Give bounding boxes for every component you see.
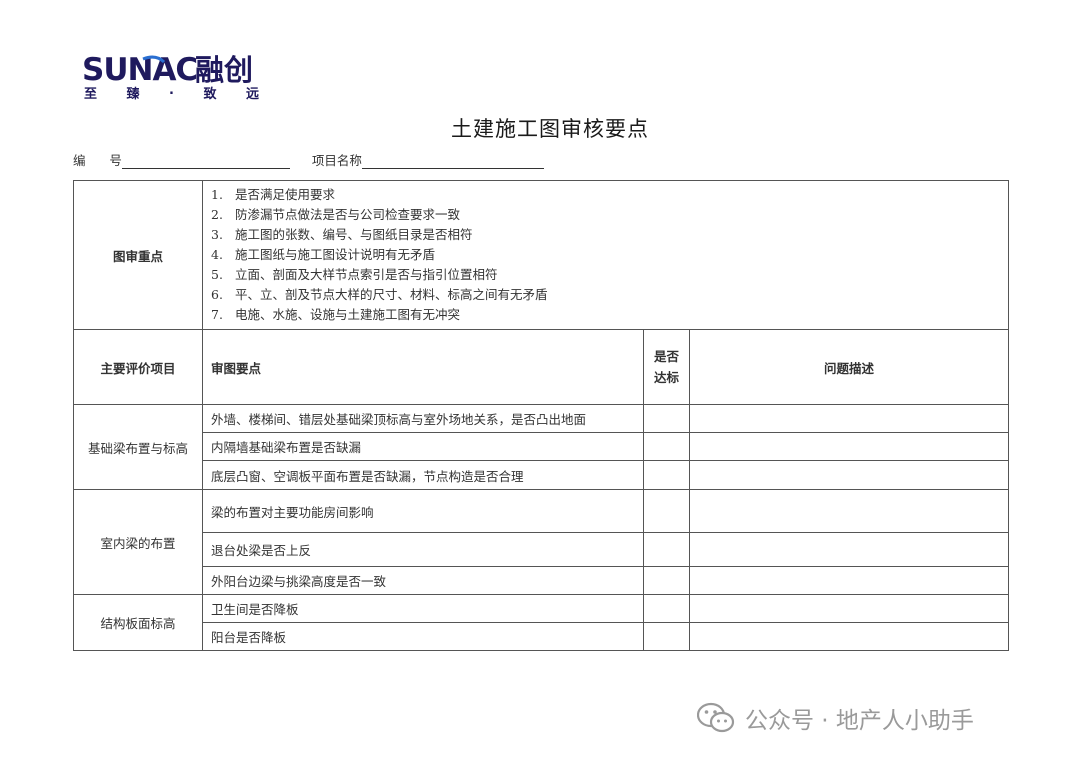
project-name-field[interactable] bbox=[361, 154, 544, 169]
number-field[interactable] bbox=[121, 154, 290, 169]
focus-item: 6. 平、立、剖及节点大样的尺寸、材料、标高之间有无矛盾 bbox=[211, 287, 548, 302]
logo-slogan: 至 臻 . 致 远 bbox=[84, 83, 260, 102]
review-point: 卫生间是否降板 bbox=[202, 594, 644, 623]
desc-cell[interactable] bbox=[688, 404, 1010, 433]
table-row: 退台处梁是否上反 bbox=[74, 532, 1010, 567]
header-points: 审图要点 bbox=[202, 329, 644, 405]
group-name: 基础梁布置与标高 bbox=[73, 404, 203, 490]
group-name: 室内梁的布置 bbox=[73, 489, 203, 595]
table-row: 室内梁的布置 梁的布置对主要功能房间影响 bbox=[73, 489, 1010, 595]
table-row: 外阳台边梁与挑梁高度是否一致 bbox=[74, 566, 1010, 595]
table-header-row: 主要评价项目 审图要点 是否 达标 问题描述 bbox=[73, 329, 1010, 405]
focus-list-cell: 1. 是否满足使用要求 2. 防渗漏节点做法是否与公司检查要求一致 3. 施工图的张数… bbox=[201, 180, 1010, 330]
wechat-watermark: 公众号 · 地产人小助手 bbox=[697, 700, 974, 736]
pass-cell[interactable] bbox=[643, 622, 690, 651]
review-point: 阳台是否降板 bbox=[202, 622, 644, 651]
review-table: 图审重点 1. 是否满足使用要求 2. 防渗漏节点做法是否与公司检查要求一致 3. 施… bbox=[73, 180, 1010, 651]
pass-cell[interactable] bbox=[643, 594, 690, 623]
logo-brand-cn: 融创 bbox=[195, 53, 253, 86]
focus-item: 1. 是否满足使用要求 bbox=[211, 187, 336, 202]
review-point: 梁的布置对主要功能房间影响 bbox=[202, 489, 644, 533]
pass-cell[interactable] bbox=[643, 489, 690, 533]
pass-cell[interactable] bbox=[643, 432, 690, 461]
table-row: 阳台是否降板 bbox=[74, 622, 1010, 651]
document-title: 土建施工图审核要点 bbox=[451, 117, 649, 141]
slogan-char: 至 bbox=[84, 87, 99, 102]
project-name-label: 项目名称 bbox=[311, 153, 362, 168]
header-fields: 编 号 项目名称 bbox=[73, 150, 544, 169]
number-label: 编 号 bbox=[73, 153, 122, 168]
header-desc: 问题描述 bbox=[688, 329, 1010, 405]
table-row: 内隔墙基础梁布置是否缺漏 bbox=[74, 432, 1010, 461]
desc-cell[interactable] bbox=[688, 622, 1010, 651]
focus-item: 5. 立面、剖面及大样节点索引是否与指引位置相符 bbox=[211, 267, 498, 282]
review-point: 退台处梁是否上反 bbox=[202, 532, 644, 567]
focus-label: 图审重点 bbox=[73, 180, 203, 330]
wechat-icon bbox=[697, 702, 735, 733]
desc-cell[interactable] bbox=[688, 532, 1010, 567]
focus-list: 1. 是否满足使用要求 2. 防渗漏节点做法是否与公司检查要求一致 3. 施工图的张数… bbox=[211, 182, 1000, 328]
slogan-char: 远 bbox=[245, 87, 260, 102]
desc-cell[interactable] bbox=[688, 489, 1010, 533]
review-point: 外墙、楼梯间、错层处基础梁顶标高与室外场地关系，是否凸出地面 bbox=[202, 404, 644, 433]
table-row: 结构板面标高 卫生间是否降板 bbox=[73, 594, 1010, 651]
group-name: 结构板面标高 bbox=[73, 594, 203, 651]
table-row: 基础梁布置与标高 外墙、楼梯间、错层处基础梁顶标高与室外场地关系，是否凸出地面 bbox=[73, 404, 1010, 490]
header-pass: 是否 达标 bbox=[643, 329, 690, 405]
focus-item: 7. 电施、水施、设施与土建施工图有无冲突 bbox=[211, 307, 461, 322]
desc-cell[interactable] bbox=[688, 460, 1010, 490]
pass-cell[interactable] bbox=[643, 532, 690, 567]
desc-cell[interactable] bbox=[688, 566, 1010, 595]
pass-cell[interactable] bbox=[643, 404, 690, 433]
slogan-char: . bbox=[169, 83, 175, 98]
pass-cell[interactable] bbox=[643, 460, 690, 490]
slogan-char: 臻 bbox=[126, 87, 141, 102]
desc-cell[interactable] bbox=[688, 432, 1010, 461]
watermark-text: 公众号 · 地产人小助手 bbox=[745, 708, 974, 734]
review-point: 底层凸窗、空调板平面布置是否缺漏，节点构造是否合理 bbox=[202, 460, 644, 490]
slogan-char: 致 bbox=[203, 87, 218, 102]
focus-item: 3. 施工图的张数、编号、与图纸目录是否相符 bbox=[211, 227, 473, 242]
review-point: 内隔墙基础梁布置是否缺漏 bbox=[202, 432, 644, 461]
table-row: 底层凸窗、空调板平面布置是否缺漏，节点构造是否合理 bbox=[74, 460, 1010, 490]
focus-row: 图审重点 1. 是否满足使用要求 2. 防渗漏节点做法是否与公司检查要求一致 3. 施… bbox=[73, 180, 1010, 330]
review-point: 外阳台边梁与挑梁高度是否一致 bbox=[202, 566, 644, 595]
logo-brand-en: SUNAC bbox=[82, 52, 197, 86]
desc-cell[interactable] bbox=[688, 594, 1010, 623]
focus-item: 4. 施工图纸与施工图设计说明有无矛盾 bbox=[211, 247, 436, 262]
header-item: 主要评价项目 bbox=[73, 329, 203, 405]
pass-cell[interactable] bbox=[643, 566, 690, 595]
focus-item: 2. 防渗漏节点做法是否与公司检查要求一致 bbox=[211, 207, 461, 222]
